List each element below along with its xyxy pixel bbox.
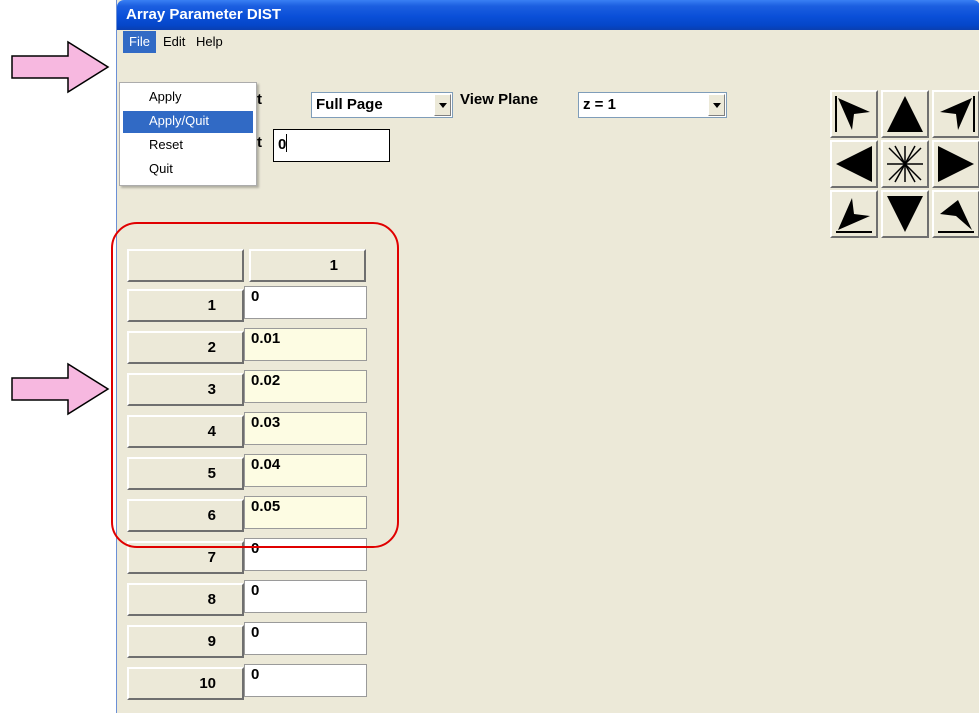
table-cell[interactable]: 0: [244, 580, 367, 613]
menu-file[interactable]: File: [123, 31, 156, 53]
down-arrow-icon: [887, 196, 923, 232]
up-left-arrow-icon: [835, 96, 870, 132]
table-row-header[interactable]: 9: [127, 625, 244, 658]
nav-down-button[interactable]: [881, 190, 929, 238]
view-plane-select[interactable]: z = 1: [578, 92, 727, 118]
up-right-arrow-icon: [940, 96, 975, 132]
layout-select[interactable]: Full Page: [311, 92, 453, 118]
pink-callout-arrow-menu: [11, 40, 110, 94]
menu-edit[interactable]: Edit: [157, 31, 191, 53]
chevron-down-icon[interactable]: [708, 94, 725, 116]
nav-right-button[interactable]: [932, 140, 979, 188]
table-cell[interactable]: 0: [244, 622, 367, 655]
value-input[interactable]: 0: [273, 129, 390, 162]
layout-label: t: [257, 91, 262, 108]
highlight-outline: [111, 222, 399, 548]
nav-up-right-button[interactable]: [932, 90, 979, 138]
nav-down-right-button[interactable]: [932, 190, 979, 238]
down-right-arrow-icon: [938, 200, 974, 233]
down-left-arrow-icon: [836, 198, 872, 233]
nav-up-left-button[interactable]: [830, 90, 878, 138]
menu-item-apply-quit[interactable]: Apply/Quit: [123, 111, 253, 133]
layout-select-value: Full Page: [316, 96, 383, 113]
up-arrow-icon: [887, 96, 923, 132]
menu-item-reset[interactable]: Reset: [123, 135, 253, 157]
right-arrow-icon: [938, 146, 974, 182]
nav-left-button[interactable]: [830, 140, 878, 188]
chevron-down-icon[interactable]: [434, 94, 451, 116]
pink-callout-arrow-table: [11, 362, 110, 416]
file-menu-dropdown: Apply Apply/Quit Reset Quit: [119, 82, 257, 186]
value-label: t: [257, 134, 262, 151]
menu-item-apply[interactable]: Apply: [123, 87, 253, 109]
table-row-header[interactable]: 10: [127, 667, 244, 700]
nav-up-button[interactable]: [881, 90, 929, 138]
table-cell[interactable]: 0: [244, 664, 367, 697]
menu-help[interactable]: Help: [190, 31, 229, 53]
table-row-header[interactable]: 8: [127, 583, 244, 616]
center-star-icon: [887, 145, 923, 183]
view-plane-select-value: z = 1: [583, 96, 616, 113]
menubar: [117, 31, 979, 53]
nav-center-button[interactable]: [881, 140, 929, 188]
left-arrow-icon: [836, 146, 872, 182]
view-plane-label: View Plane: [460, 91, 539, 108]
menu-item-quit[interactable]: Quit: [123, 159, 253, 181]
window-title: Array Parameter DIST: [117, 0, 979, 30]
text-cursor: [286, 134, 288, 152]
nav-down-left-button[interactable]: [830, 190, 878, 238]
value-input-text: 0: [278, 136, 287, 153]
